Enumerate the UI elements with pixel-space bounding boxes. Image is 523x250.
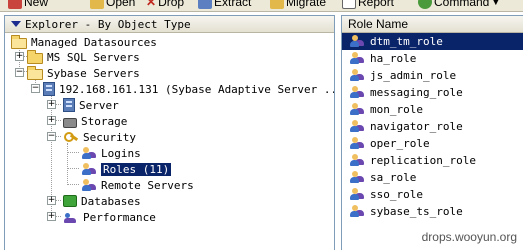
- collapse-toggle[interactable]: −: [15, 68, 24, 77]
- expand-toggle[interactable]: +: [47, 212, 56, 221]
- role-icon: [350, 171, 364, 184]
- expand-toggle[interactable]: +: [47, 100, 56, 109]
- command-button[interactable]: Command ▼: [418, 0, 500, 9]
- role-name: ha_role: [370, 52, 417, 65]
- role-name: sa_role: [370, 171, 417, 184]
- command-icon: [418, 0, 432, 9]
- drop-icon: ✕: [146, 0, 157, 9]
- login-icon: [81, 146, 97, 160]
- tree-item-roles[interactable]: Roles (11): [81, 161, 172, 177]
- server-icon: [63, 98, 75, 112]
- role-icon: [350, 120, 364, 133]
- role-icon: [350, 86, 364, 99]
- column-header-role-name[interactable]: Role Name: [342, 16, 523, 33]
- role-icon: [350, 188, 364, 201]
- migrate-icon: [270, 0, 284, 9]
- role-icon: [350, 137, 364, 150]
- chevron-down-icon[interactable]: ▼: [491, 0, 500, 7]
- chevron-down-icon[interactable]: [11, 21, 21, 27]
- database-icon: [63, 195, 77, 207]
- folder-open-icon: [11, 34, 27, 49]
- explorer-title: Explorer - By Object Type: [25, 17, 191, 31]
- key-icon: [63, 130, 79, 144]
- role-name: sso_role: [370, 188, 423, 201]
- tree-item-ms-sql-servers[interactable]: MS SQL Servers: [27, 49, 140, 65]
- roles-panel: Role Name dtm_tm_role ha_role js_admin_rol…: [341, 15, 523, 250]
- report-icon: [342, 0, 356, 9]
- tree-item-managed-datasources[interactable]: Managed Datasources: [11, 34, 157, 50]
- role-row[interactable]: js_admin_role: [342, 67, 523, 84]
- role-name: oper_role: [370, 137, 430, 150]
- open-icon: [90, 0, 104, 9]
- role-name: replication_role: [370, 154, 476, 167]
- role-name: navigator_role: [370, 120, 463, 133]
- role-name: sybase_ts_role: [370, 205, 463, 218]
- role-icon: [350, 52, 364, 65]
- storage-icon: [63, 117, 77, 128]
- tree-item-server-node[interactable]: 192.168.161.131 (Sybase Adaptive Server …: [43, 81, 334, 97]
- collapse-toggle[interactable]: −: [47, 132, 56, 141]
- role-row[interactable]: mon_role: [342, 101, 523, 118]
- tree-item-storage[interactable]: Storage: [63, 113, 127, 129]
- role-name: js_admin_role: [370, 69, 457, 82]
- open-button[interactable]: Open: [90, 0, 135, 9]
- role-row[interactable]: navigator_role: [342, 118, 523, 135]
- role-row[interactable]: oper_role: [342, 135, 523, 152]
- new-icon: [8, 0, 22, 9]
- role-icon: [350, 205, 364, 218]
- roles-icon: [81, 162, 97, 176]
- explorer-header[interactable]: Explorer - By Object Type: [5, 16, 334, 33]
- tree-item-sybase-servers[interactable]: Sybase Servers: [27, 65, 140, 81]
- performance-icon: [63, 210, 79, 224]
- role-icon: [350, 103, 364, 116]
- tree-item-logins[interactable]: Logins: [81, 145, 141, 161]
- role-row[interactable]: messaging_role: [342, 84, 523, 101]
- extract-icon: [198, 0, 212, 9]
- server-icon: [43, 82, 55, 96]
- collapse-toggle[interactable]: −: [31, 84, 40, 93]
- explorer-panel: Explorer - By Object Type Managed Dataso…: [4, 15, 335, 250]
- role-row[interactable]: sybase_ts_role: [342, 203, 523, 220]
- expand-toggle[interactable]: +: [47, 196, 56, 205]
- role-name: mon_role: [370, 103, 423, 116]
- tree-item-performance[interactable]: Performance: [63, 209, 156, 225]
- role-row[interactable]: dtm_tm_role: [342, 33, 523, 50]
- role-icon: [350, 35, 364, 48]
- role-row[interactable]: ha_role: [342, 50, 523, 67]
- tree-item-server[interactable]: Server: [63, 97, 119, 113]
- role-row[interactable]: sso_role: [342, 186, 523, 203]
- tree-item-security[interactable]: Security: [63, 129, 136, 145]
- new-button[interactable]: New: [8, 0, 48, 9]
- role-name: messaging_role: [370, 86, 463, 99]
- tree-item-remote-servers[interactable]: Remote Servers: [81, 177, 194, 193]
- tree-item-databases[interactable]: Databases: [63, 193, 141, 209]
- migrate-button[interactable]: Migrate: [270, 0, 326, 9]
- expand-toggle[interactable]: +: [15, 52, 24, 61]
- remote-servers-icon: [81, 178, 97, 192]
- drop-button[interactable]: ✕ Drop: [146, 0, 184, 9]
- report-button[interactable]: Report: [342, 0, 394, 9]
- role-row[interactable]: replication_role: [342, 152, 523, 169]
- watermark: drops.wooyun.org: [421, 230, 517, 244]
- extract-button[interactable]: Extract: [198, 0, 251, 9]
- expand-toggle[interactable]: +: [47, 116, 56, 125]
- folder-open-icon: [27, 65, 43, 80]
- role-row[interactable]: sa_role: [342, 169, 523, 186]
- role-name: dtm_tm_role: [370, 35, 443, 48]
- role-list: dtm_tm_role ha_role js_admin_role messaging…: [342, 33, 523, 220]
- role-icon: [350, 69, 364, 82]
- role-icon: [350, 154, 364, 167]
- toolbar: New Open ✕ Drop Extract Migrate Report C…: [0, 0, 523, 12]
- folder-icon: [27, 49, 43, 64]
